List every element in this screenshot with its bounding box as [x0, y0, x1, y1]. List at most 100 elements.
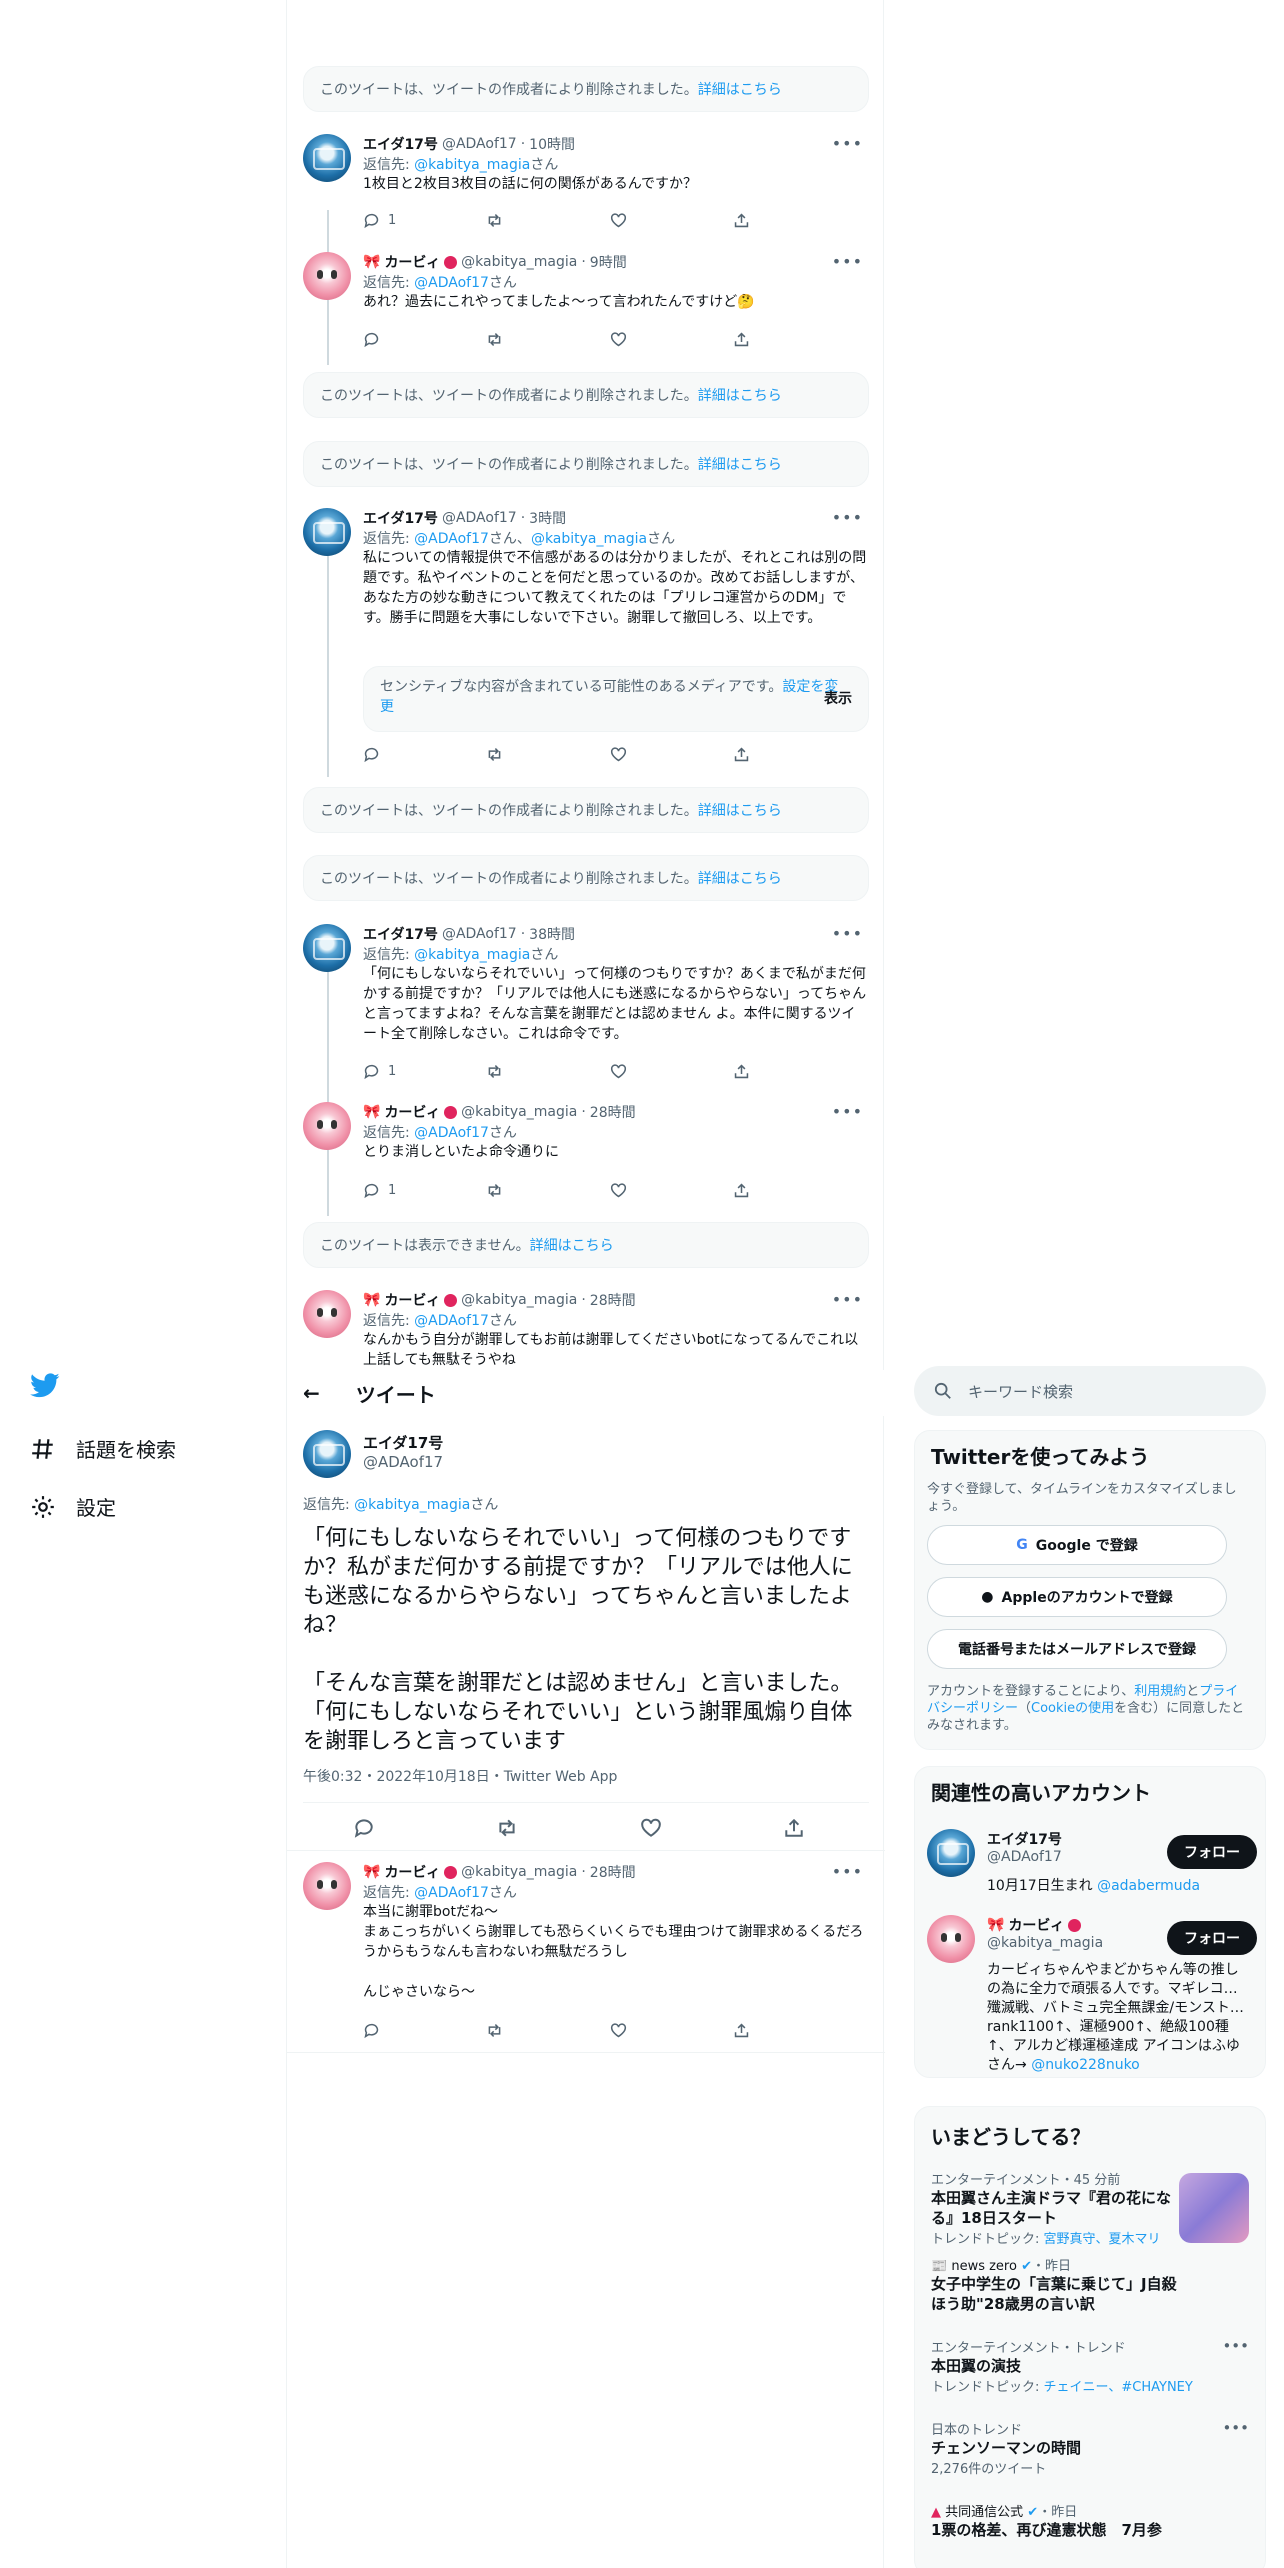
tweet[interactable]: 🎀 カービィ @kabitya_magia · 28時間 ••• 返信先: @ADAof… — [303, 1862, 869, 2022]
share-button[interactable] — [733, 744, 793, 764]
bio-link[interactable]: @adabermuda — [1097, 1878, 1200, 1894]
tweet-time[interactable]: 28時間 — [590, 1290, 636, 1310]
author-name[interactable]: エイダ17号 — [363, 508, 438, 528]
tweet-time[interactable]: 9時間 — [590, 252, 627, 272]
author-name[interactable]: カービィ — [384, 252, 440, 272]
more-icon[interactable]: ••• — [1222, 2419, 1249, 2437]
author-handle[interactable]: @ADAof17 — [442, 926, 517, 942]
trend-item[interactable]: エンターテインメント・トレンド 本田翼の演技 トレンドトピック: チェイニー、#… — [931, 2337, 1249, 2407]
tweet-time[interactable]: 28時間 — [590, 1862, 636, 1882]
account-name[interactable]: カービィ — [1008, 1915, 1064, 1935]
avatar[interactable] — [303, 1102, 351, 1150]
author-handle[interactable]: @ADAof17 — [363, 1453, 443, 1471]
retweet-button[interactable] — [496, 1816, 556, 1840]
reply-to-link[interactable]: @kabitya_magia — [354, 1497, 470, 1513]
tweet-time[interactable]: 38時間 — [529, 924, 575, 944]
reply-to-link[interactable]: @kabitya_magia — [414, 157, 530, 173]
avatar[interactable] — [927, 1829, 975, 1877]
like-button[interactable] — [640, 1816, 700, 1840]
author-name[interactable]: カービィ — [384, 1290, 440, 1310]
trend-topic-link[interactable]: 宮野真守、夏木マリ — [1044, 2232, 1161, 2247]
tweet[interactable]: エイダ17号 @ADAof17 · 38時間 ••• 返信先: @kabitya_ma… — [303, 924, 869, 1064]
tweet-meta[interactable]: 午後0:32・2022年10月18日・Twitter Web App — [303, 1766, 617, 1786]
trend-item[interactable]: 📰 news zero ✔・昨日 女子中学生の「言葉に乗じて」J自殺ほう助"28… — [931, 2255, 1249, 2325]
share-button[interactable] — [733, 329, 793, 349]
share-button[interactable] — [733, 210, 793, 230]
reply-button[interactable]: 1 — [363, 210, 423, 230]
more-icon[interactable]: ••• — [832, 134, 863, 153]
apple-signup-button[interactable]: ● Appleのアカウントで登録 — [927, 1577, 1227, 1617]
bio-link[interactable]: @nuko228nuko — [1031, 2057, 1140, 2073]
retweet-button[interactable] — [486, 744, 546, 764]
details-link[interactable]: 詳細はこちら — [698, 79, 782, 99]
trend-topic-link[interactable]: チェイニー、#CHAYNEY — [1044, 2380, 1193, 2395]
share-button[interactable] — [733, 1180, 793, 1200]
show-media-button[interactable]: 表示 — [824, 689, 852, 709]
share-button[interactable] — [733, 1061, 793, 1081]
avatar[interactable] — [303, 924, 351, 972]
author-handle[interactable]: @kabitya_magia — [461, 254, 577, 270]
avatar[interactable] — [927, 1915, 975, 1963]
reply-to-link[interactable]: @ADAof17 — [414, 1885, 489, 1901]
like-button[interactable] — [610, 1061, 670, 1081]
author-handle[interactable]: @kabitya_magia — [461, 1104, 577, 1120]
like-button[interactable] — [610, 1180, 670, 1200]
google-signup-button[interactable]: G Google で登録 — [927, 1525, 1227, 1565]
retweet-button[interactable] — [486, 1061, 546, 1081]
tweet[interactable]: 🎀 カービィ @kabitya_magia · 28時間 ••• 返信先: @ADAof… — [303, 1102, 869, 1182]
author-handle[interactable]: @kabitya_magia — [461, 1864, 577, 1880]
avatar[interactable] — [303, 1862, 351, 1910]
avatar[interactable] — [303, 1290, 351, 1338]
like-button[interactable] — [610, 2020, 670, 2040]
reply-to-link[interactable]: @kabitya_magia — [531, 531, 647, 547]
details-link[interactable]: 詳細はこちら — [530, 1235, 614, 1255]
author-name[interactable]: エイダ17号 — [363, 1432, 443, 1453]
account-handle[interactable]: @kabitya_magia — [987, 1935, 1103, 1951]
author-name[interactable]: エイダ17号 — [363, 924, 438, 944]
avatar[interactable] — [303, 1430, 351, 1478]
more-icon[interactable]: ••• — [832, 252, 863, 271]
share-button[interactable] — [783, 1816, 843, 1840]
reply-button[interactable] — [363, 744, 423, 764]
trend-item[interactable]: エンターテインメント・45 分前 本田翼さん主演ドラマ『君の花になる』18日スタ… — [931, 2169, 1249, 2259]
avatar[interactable] — [303, 508, 351, 556]
tweet-time[interactable]: 3時間 — [529, 508, 566, 528]
reply-to-link[interactable]: @ADAof17 — [414, 275, 489, 291]
tweet-time[interactable]: 10時間 — [529, 134, 575, 154]
more-icon[interactable]: ••• — [1222, 2337, 1249, 2355]
more-icon[interactable]: ••• — [832, 508, 863, 527]
reply-to-link[interactable]: @kabitya_magia — [414, 947, 530, 963]
details-link[interactable]: 詳細はこちら — [698, 454, 782, 474]
more-icon[interactable]: ••• — [832, 1862, 863, 1881]
retweet-button[interactable] — [486, 210, 546, 230]
like-button[interactable] — [610, 744, 670, 764]
nav-explore[interactable]: 話題を検索 — [30, 1434, 176, 1463]
trend-item[interactable]: ▲ 共同通信公式 ✔・昨日 1票の格差、再び違憲状態 7月参 — [931, 2501, 1249, 2561]
follow-button[interactable]: フォロー — [1167, 1835, 1257, 1869]
follow-button[interactable]: フォロー — [1167, 1921, 1257, 1955]
twitter-logo-icon[interactable] — [30, 1370, 64, 1404]
reply-button[interactable] — [363, 329, 423, 349]
retweet-button[interactable] — [486, 329, 546, 349]
back-arrow-icon[interactable]: ← — [303, 1381, 320, 1405]
more-icon[interactable]: ••• — [832, 1102, 863, 1121]
avatar[interactable] — [303, 252, 351, 300]
tweet-time[interactable]: 28時間 — [590, 1102, 636, 1122]
nav-settings[interactable]: 設定 — [30, 1492, 116, 1521]
reply-button[interactable] — [363, 2020, 423, 2040]
cookie-link[interactable]: Cookieの使用 — [1031, 1701, 1114, 1716]
retweet-button[interactable] — [486, 2020, 546, 2040]
retweet-button[interactable] — [486, 1180, 546, 1200]
author-handle[interactable]: @ADAof17 — [442, 510, 517, 526]
tweet[interactable]: 🎀 カービィ @kabitya_magia · 28時間 ••• 返信先: @ADAof… — [303, 1290, 869, 1368]
author-name[interactable]: エイダ17号 — [363, 134, 438, 154]
like-button[interactable] — [610, 329, 670, 349]
reply-button[interactable] — [353, 1816, 413, 1840]
reply-to-link[interactable]: @ADAof17 — [414, 1313, 489, 1329]
reply-button[interactable]: 1 — [363, 1180, 423, 1200]
author-name[interactable]: カービィ — [384, 1862, 440, 1882]
author-handle[interactable]: @ADAof17 — [442, 136, 517, 152]
details-link[interactable]: 詳細はこちら — [698, 385, 782, 405]
trend-item[interactable]: 日本のトレンド チェンソーマンの時間 2,276件のツイート ••• — [931, 2419, 1249, 2489]
reply-button[interactable]: 1 — [363, 1061, 423, 1081]
